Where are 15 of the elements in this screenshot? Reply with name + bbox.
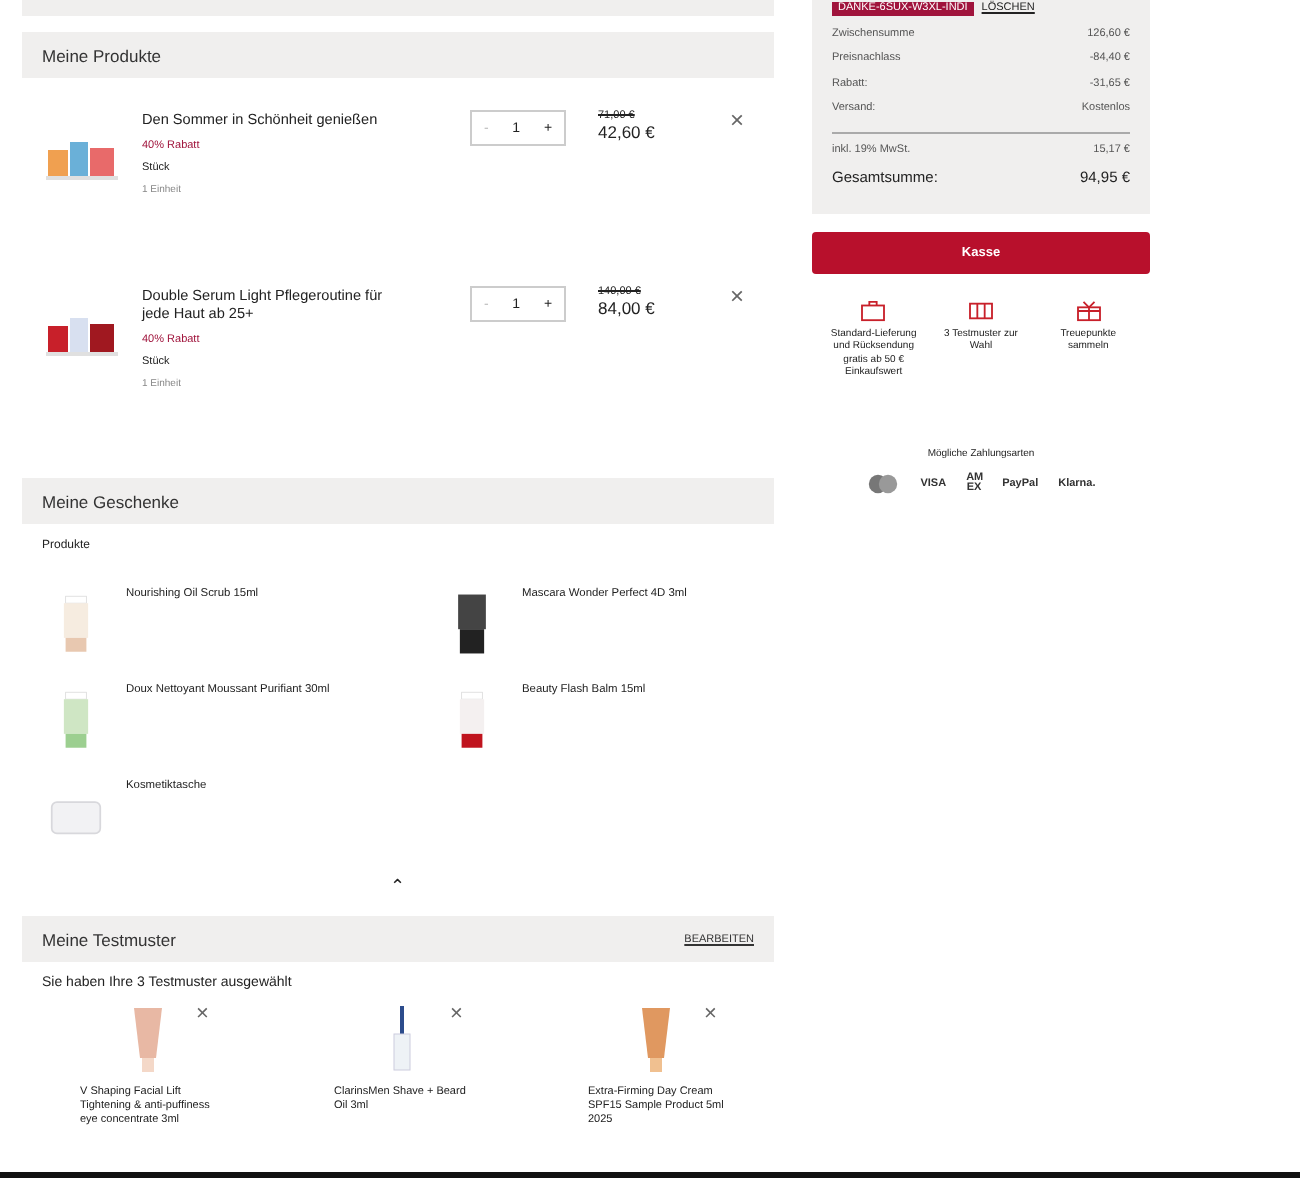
close-button[interactable]: ×: [730, 110, 745, 130]
collapse-button[interactable]: ⌃: [390, 876, 406, 896]
price: 42,60 €: [598, 122, 657, 142]
section-title: Meine Produkte: [42, 45, 162, 65]
samples-icon: [967, 299, 994, 322]
section-title: Meine Geschenke: [42, 491, 180, 511]
close-button[interactable]: ×: [704, 1006, 717, 1024]
close-button[interactable]: ×: [196, 1006, 209, 1024]
price: 84,00 €: [598, 298, 657, 318]
section-title: Meine Testmuster: [42, 929, 176, 949]
close-button[interactable]: ×: [730, 286, 745, 306]
card-logo: [866, 473, 901, 494]
bag-icon: [860, 299, 887, 322]
gift-icon: [1075, 299, 1102, 322]
close-button[interactable]: ×: [450, 1006, 463, 1024]
